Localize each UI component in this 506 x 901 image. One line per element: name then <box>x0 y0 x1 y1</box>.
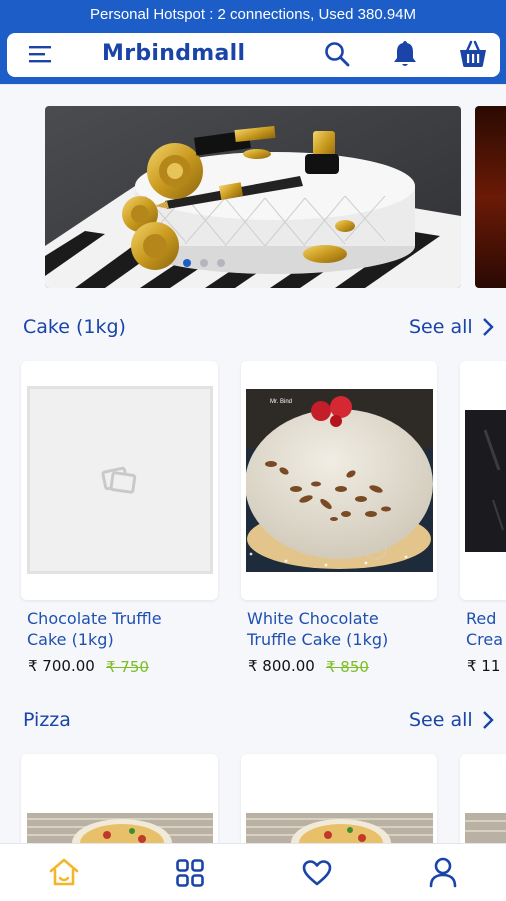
header-divider <box>0 84 506 85</box>
see-all-cake-link[interactable]: See all <box>409 316 473 338</box>
home-icon[interactable] <box>48 857 80 887</box>
product-name[interactable]: Chocolate Truffle Cake (1kg) <box>27 608 217 650</box>
heart-icon[interactable] <box>302 859 332 887</box>
product-price: ₹ 11 <box>467 657 501 675</box>
product-name-line: Red <box>466 609 497 628</box>
image-placeholder-icon <box>101 466 137 494</box>
banner-dot-active[interactable] <box>183 259 191 267</box>
chevron-right-icon[interactable] <box>480 316 496 338</box>
product-name-line: White Chocolate <box>247 609 379 628</box>
product-name[interactable]: Red Crea <box>466 608 506 650</box>
banner-image <box>45 106 461 288</box>
product-name-line: Crea <box>466 630 504 649</box>
header-card <box>7 33 500 77</box>
product-name-line: Chocolate Truffle <box>27 609 162 628</box>
bell-icon[interactable] <box>391 39 419 69</box>
product-image <box>246 813 433 845</box>
status-bar-text: Personal Hotspot : 2 connections, Used 3… <box>89 6 417 23</box>
hamburger-menu-icon[interactable] <box>27 42 53 66</box>
section-title-cake: Cake (1kg) <box>23 316 126 338</box>
product-name[interactable]: White Chocolate Truffle Cake (1kg) <box>247 608 437 650</box>
see-all-pizza-link[interactable]: See all <box>409 709 473 731</box>
banner-next-peek[interactable] <box>475 106 506 288</box>
product-mrp: ₹ 850 <box>326 658 369 676</box>
product-image <box>27 813 213 845</box>
product-name-line: Cake (1kg) <box>27 630 114 649</box>
product-mrp: ₹ 750 <box>106 658 149 676</box>
product-image <box>465 813 506 845</box>
status-bar: Personal Hotspot : 2 connections, Used 3… <box>0 0 506 30</box>
product-price: ₹ 800.00 <box>248 657 315 675</box>
banner-dot[interactable] <box>217 259 225 267</box>
basket-icon[interactable] <box>457 38 489 70</box>
banner-dot[interactable] <box>200 259 208 267</box>
search-icon[interactable] <box>323 40 351 68</box>
app-title: Mrbindmall <box>102 41 246 66</box>
image-watermark-text: Mr. Bind <box>270 399 292 405</box>
section-title-pizza: Pizza <box>23 709 71 731</box>
product-price: ₹ 700.00 <box>28 657 95 675</box>
grid-icon[interactable] <box>175 858 205 888</box>
product-name-line: Truffle Cake (1kg) <box>247 630 389 649</box>
product-image <box>465 410 506 552</box>
banner-slide[interactable] <box>45 106 461 288</box>
product-image: Mr. Bind <box>246 389 433 572</box>
user-icon[interactable] <box>428 856 458 888</box>
chevron-right-icon[interactable] <box>480 709 496 731</box>
